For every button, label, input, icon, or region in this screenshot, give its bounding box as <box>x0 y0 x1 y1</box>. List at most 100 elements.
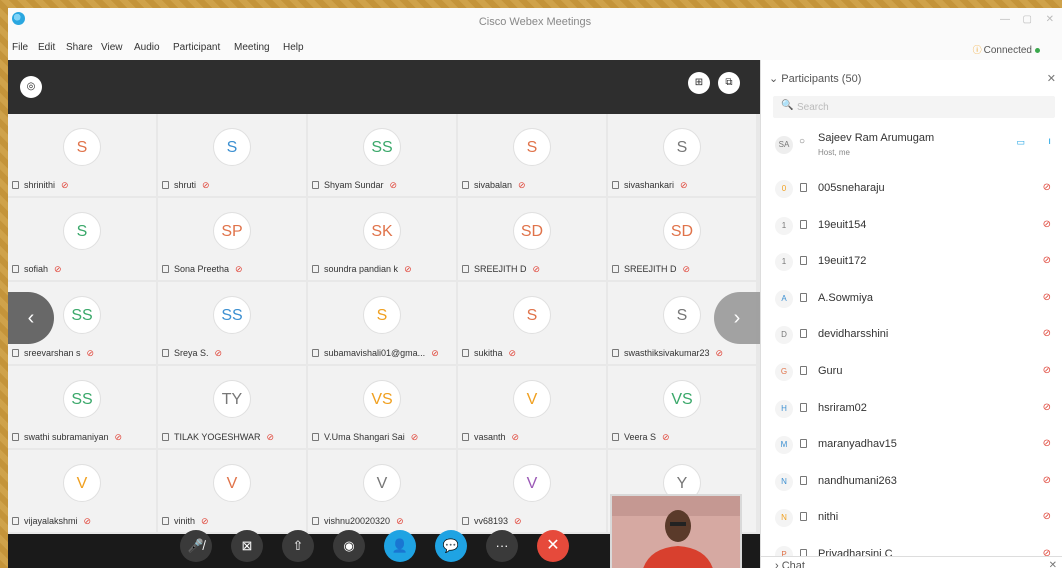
participant-row[interactable]: A A.Sowmiya ⊘ <box>761 280 1062 316</box>
menu-view[interactable]: View <box>101 42 123 53</box>
participant-row[interactable]: 1 19euit172 ⊘ <box>761 243 1062 279</box>
menu-file[interactable]: File <box>12 42 28 53</box>
menu-meeting[interactable]: Meeting <box>234 42 270 53</box>
participant-row[interactable]: 1 19euit154 ⊘ <box>761 207 1062 243</box>
video-tile[interactable]: Sshruti ⊘ <box>158 114 306 196</box>
mic-muted-icon[interactable]: ⊘ <box>1043 511 1051 522</box>
participant-name: shruti <box>174 180 197 190</box>
host-name: Sajeev Ram Arumugam <box>818 132 935 144</box>
connection-label: Connected <box>983 45 1032 56</box>
meeting-info-icon[interactable]: ◎ <box>20 76 42 98</box>
participant-row[interactable]: Mmaranyadhav15 ⊘ <box>761 426 1062 462</box>
participant-row[interactable]: Hhsriram02 ⊘ <box>761 390 1062 426</box>
tile-name: TILAK YOGESHWAR ⊘ <box>162 432 274 443</box>
minimize-icon[interactable]: — <box>1000 14 1010 25</box>
video-tile[interactable]: VS V.Uma Shangari Sai ⊘ <box>308 366 456 448</box>
participant-name: Veera S <box>624 432 657 442</box>
window-title: Cisco Webex Meetings <box>478 16 592 28</box>
video-on-icon: ▭ <box>1016 137 1025 147</box>
mic-muted-icon[interactable]: ⊘ <box>1043 328 1051 339</box>
video-tile[interactable]: SS swathi subramaniyan ⊘ <box>8 366 156 448</box>
menu-help[interactable]: Help <box>283 42 304 53</box>
avatar: V <box>513 464 551 502</box>
video-tile[interactable]: Ssivashankari ⊘ <box>608 114 756 196</box>
video-tile[interactable]: Sshrinithi ⊘ <box>8 114 156 196</box>
title-bar: Cisco Webex Meetings — ▢ ✕ <box>8 8 1062 38</box>
layout-switch-icon[interactable]: ⧉ <box>718 72 740 94</box>
stop-video-button[interactable]: ⊠ <box>231 530 263 562</box>
video-tile[interactable]: Ssukitha ⊘ <box>458 282 606 364</box>
mic-muted-icon[interactable]: ⊘ <box>1043 219 1051 230</box>
video-tile[interactable]: Ssubamavishali01@gma... ⊘ <box>308 282 456 364</box>
participant-name: swasthiksivakumar23 <box>624 348 710 358</box>
tile-name: Sreya S. ⊘ <box>162 348 222 359</box>
device-icon <box>12 181 19 189</box>
next-page-arrow[interactable]: › <box>714 292 760 344</box>
mic-muted-icon[interactable]: ⊘ <box>1043 402 1051 413</box>
participant-row[interactable]: 0 005sneharaju ⊘ <box>761 170 1062 206</box>
participant-row-host[interactable]: SA ○ Sajeev Ram Arumugam Host, me ▭ ı <box>761 124 1062 168</box>
avatar: D <box>775 326 793 345</box>
mic-muted-icon: ⊘ <box>508 348 517 358</box>
leave-button[interactable]: ✕ <box>537 530 569 562</box>
mute-button[interactable]: 🎤̸ <box>180 530 212 562</box>
close-panel-icon[interactable]: ✕ <box>1047 72 1056 85</box>
participant-row[interactable]: Ddevidharsshini ⊘ <box>761 316 1062 352</box>
avatar: TY <box>213 380 251 418</box>
video-tile[interactable]: Vvasanth ⊘ <box>458 366 606 448</box>
mic-muted-icon[interactable]: ⊘ <box>1043 438 1051 449</box>
maximize-icon[interactable]: ▢ <box>1023 14 1032 25</box>
video-tile[interactable]: TY TILAK YOGESHWAR ⊘ <box>158 366 306 448</box>
participant-name: sivashankari <box>624 180 675 190</box>
video-tile[interactable]: Vvijayalakshmi ⊘ <box>8 450 156 532</box>
device-icon <box>612 265 619 273</box>
mic-muted-icon[interactable]: ⊘ <box>1043 365 1051 376</box>
tile-name: subamavishali01@gma... ⊘ <box>312 348 439 359</box>
self-view-video[interactable] <box>610 494 742 568</box>
video-tile[interactable]: Ssofiah ⊘ <box>8 198 156 280</box>
more-button[interactable]: ··· <box>486 530 518 562</box>
mic-muted-icon[interactable]: ⊘ <box>1043 182 1051 193</box>
video-tile[interactable]: Vvv68193 ⊘ <box>458 450 606 532</box>
menu-audio[interactable]: Audio <box>134 42 160 53</box>
participant-row[interactable]: Nnithi ⊘ <box>761 499 1062 535</box>
chat-button[interactable]: 💬 <box>435 530 467 562</box>
device-icon <box>312 349 319 357</box>
share-button[interactable]: ⇧ <box>282 530 314 562</box>
connection-status[interactable]: ⓘ Connected <box>973 43 1040 56</box>
participant-row[interactable]: G Guru ⊘ <box>761 353 1062 389</box>
close-icon[interactable]: ✕ <box>1046 14 1054 25</box>
close-chat-icon[interactable]: ✕ <box>1049 560 1057 568</box>
menu-edit[interactable]: Edit <box>38 42 55 53</box>
participants-button[interactable]: 👤 <box>384 530 416 562</box>
participant-row[interactable]: Nnandhumani263 ⊘ <box>761 463 1062 499</box>
video-tile[interactable]: VS Veera S ⊘ <box>608 366 756 448</box>
record-button[interactable]: ◉ <box>333 530 365 562</box>
mic-muted-icon[interactable]: ⊘ <box>1043 292 1051 303</box>
video-tile[interactable]: SP Sona Preetha ⊘ <box>158 198 306 280</box>
video-tile[interactable]: SK soundra pandian k ⊘ <box>308 198 456 280</box>
video-tile[interactable]: SS Shyam Sundar ⊘ <box>308 114 456 196</box>
grid-layout-icon[interactable]: ⊞ <box>688 72 710 94</box>
menu-share[interactable]: Share <box>66 42 93 53</box>
avatar: S <box>513 296 551 334</box>
video-tile[interactable]: Ssivabalan ⊘ <box>458 114 606 196</box>
menu-participant[interactable]: Participant <box>173 42 220 53</box>
self-video-image <box>612 496 740 568</box>
mic-muted-icon[interactable]: ⊘ <box>1043 475 1051 486</box>
mic-muted-icon[interactable]: ⊘ <box>1043 255 1051 266</box>
chat-bar[interactable]: › Chat ✕ <box>761 556 1062 568</box>
search-input[interactable] <box>797 99 1037 115</box>
participant-name: swathi subramaniyan <box>24 432 109 442</box>
mic-muted-icon: ⊘ <box>201 516 209 526</box>
video-tile[interactable]: Vvinith ⊘ <box>158 450 306 532</box>
participants-header[interactable]: ⌄ Participants (50) <box>769 72 861 85</box>
device-icon <box>12 265 19 273</box>
video-tile[interactable]: SS Sreya S. ⊘ <box>158 282 306 364</box>
device-icon <box>612 181 619 189</box>
chat-label: › Chat <box>775 560 805 568</box>
video-tile[interactable]: SD SREEJITH D ⊘ <box>458 198 606 280</box>
video-tile[interactable]: Vvishnu20020320 ⊘ <box>308 450 456 532</box>
video-tile[interactable]: SD SREEJITH D ⊘ <box>608 198 756 280</box>
device-icon <box>800 183 807 192</box>
